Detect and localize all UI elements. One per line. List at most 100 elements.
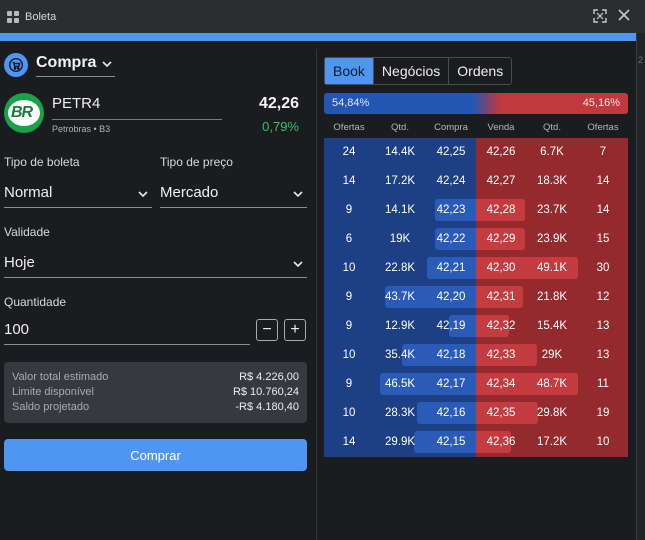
bid-price-cell: 42,15 [436,436,466,448]
chevron-down-icon [293,254,303,271]
book-row[interactable]: 10 22.8K 42,21 42,30 49.1K 30 [324,254,628,283]
bid-offers-cell: 10 [342,349,356,361]
bid-offers-cell: 9 [345,320,353,332]
bid-offers-cell: 14 [342,436,356,448]
bid-qty-cell: 14.4K [384,146,416,158]
app-grid-icon [7,10,19,23]
price-type-value: Mercado [160,184,219,201]
bid-offers-cell: 10 [342,262,356,274]
header-bid-price: Compra [434,122,468,133]
summary-label: Saldo projetado [12,401,90,413]
ask-price-cell: 42,31 [486,291,516,303]
bid-price-cell: 42,22 [436,233,466,245]
buy-button[interactable]: Comprar [4,439,307,471]
book-tabs: Book Negócios Ordens [324,57,513,85]
chevron-down-icon [102,54,113,72]
ask-offers-cell: 7 [599,146,607,158]
bid-offers-cell: 14 [342,175,356,187]
summary-row: Saldo projetado -R$ 4.180,40 [12,401,299,416]
bid-offers-cell: 10 [342,407,356,419]
header-bid-qty: Qtd. [391,122,409,133]
ask-price-cell: 42,30 [486,262,516,274]
ask-price-cell: 42,34 [486,378,516,390]
ask-qty-cell: 23.7K [536,204,568,216]
summary-value: R$ 4.226,00 [239,371,299,383]
bid-price-cell: 42,18 [436,349,466,361]
book-row[interactable]: 9 43.7K 42,20 42,31 21.8K 12 [324,283,628,312]
ask-qty-cell: 48.7K [536,378,568,390]
ask-price-cell: 42,36 [486,436,516,448]
ask-offers-cell: 14 [596,175,610,187]
expand-icon[interactable] [593,9,607,23]
book-row[interactable]: 10 28.3K 42,16 42,35 29.8K 19 [324,399,628,428]
ask-qty-cell: 49.1K [536,262,568,274]
order-side-select[interactable]: Compra [36,52,115,77]
tab-book[interactable]: Book [325,58,374,84]
header-bid-offers: Ofertas [333,122,365,133]
adjacent-panel-text: 2 [638,55,644,65]
book-row[interactable]: 9 46.5K 42,17 42,34 48.7K 11 [324,370,628,399]
order-type-select[interactable]: Normal [4,178,152,208]
asset-ticker[interactable]: PETR4 [52,95,100,112]
bid-qty-cell: 29.9K [384,436,416,448]
logo-text: BR [11,104,33,121]
bid-qty-cell: 19K [389,233,411,245]
order-side-value: Compra [36,54,97,71]
bid-price-cell: 42,24 [436,175,466,187]
validity-label: Validade [4,225,50,239]
quantity-decrement-button[interactable]: − [256,319,278,341]
book-row[interactable]: 6 19K 42,22 42,29 23.9K 15 [324,225,628,254]
bid-offers-cell: 9 [345,291,353,303]
bid-qty-cell: 43.7K [384,291,416,303]
book-row[interactable]: 14 29.9K 42,15 42,36 17.2K 10 [324,428,628,457]
ask-qty-cell: 29.8K [536,407,568,419]
book-row[interactable]: 24 14.4K 42,25 42,26 6.7K 7 [324,138,628,167]
ask-qty-cell: 6.7K [540,146,564,158]
ask-offers-cell: 11 [597,378,609,390]
summary-value: -R$ 4.180,40 [235,401,299,413]
price-type-select[interactable]: Mercado [160,178,307,208]
asset-logo: BR [4,93,44,133]
ask-qty-cell: 17.2K [536,436,568,448]
validity-value: Hoje [4,254,35,271]
tab-negocios[interactable]: Negócios [374,58,450,84]
sell-ratio-text: 45,16% [582,97,620,109]
bid-price-cell: 42,19 [436,320,466,332]
book-row[interactable]: 14 17.2K 42,24 42,27 18.3K 14 [324,167,628,196]
header-ask-offers: Ofertas [587,122,619,133]
quantity-input[interactable]: 100 [4,316,250,345]
order-type-label: Tipo de boleta [4,155,80,169]
adjacent-panel-edge: 2 [636,33,645,540]
ask-price-cell: 42,27 [486,175,516,187]
summary-value: R$ 10.760,24 [232,386,299,398]
order-type-value: Normal [4,184,53,201]
book-row[interactable]: 9 12.9K 42,19 42,32 15.4K 13 [324,312,628,341]
bid-price-cell: 42,20 [436,291,466,303]
validity-select[interactable]: Hoje [4,248,307,278]
buy-cart-icon [4,52,28,77]
summary-label: Valor total estimado [12,371,109,383]
tab-ordens[interactable]: Ordens [449,58,511,84]
ask-offers-cell: 19 [596,407,610,419]
bid-offers-cell: 9 [345,204,353,216]
ask-offers-cell: 30 [596,262,610,274]
ask-offers-cell: 10 [596,436,610,448]
asset-header: BR PETR4 Petrobras • B3 42,26 0,79% [4,93,307,139]
bid-qty-cell: 17.2K [384,175,416,187]
price-type-label: Tipo de preço [160,155,233,169]
book-row[interactable]: 9 14.1K 42,23 42,28 23.7K 14 [324,196,628,225]
asset-change: 0,79% [262,119,299,134]
bid-price-cell: 42,23 [436,204,466,216]
ask-qty-cell: 21.8K [536,291,568,303]
header-ask-qty: Qtd. [543,122,561,133]
bid-qty-cell: 46.5K [384,378,416,390]
book-row[interactable]: 10 35.4K 42,18 42,33 29K 13 [324,341,628,370]
quantity-increment-button[interactable]: + [284,319,306,341]
bid-offers-cell: 24 [342,146,356,158]
panel-divider [316,49,317,540]
ask-price-cell: 42,33 [486,349,516,361]
window-titlebar: Boleta [0,0,645,33]
chevron-down-icon [138,184,148,201]
close-icon[interactable] [617,8,631,22]
bid-qty-cell: 28.3K [384,407,416,419]
